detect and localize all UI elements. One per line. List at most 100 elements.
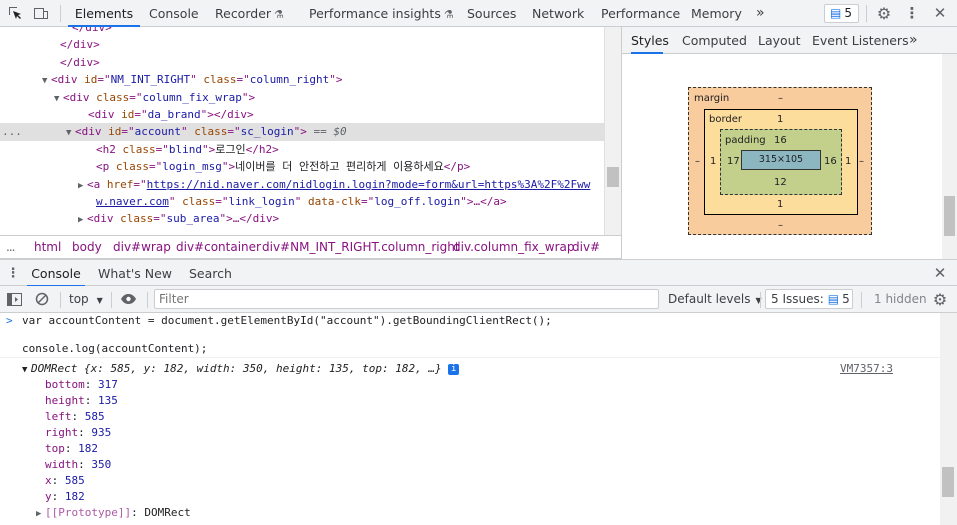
margin-left-value[interactable]: –	[695, 156, 700, 167]
breadcrumb-item[interactable]: html	[34, 236, 61, 258]
expand-triangle-icon[interactable]: ▼	[54, 91, 63, 106]
breadcrumb-item[interactable]: div#wrap	[113, 236, 171, 258]
dom-node-row[interactable]: ... ▼ <div id="account" class="sc_login"> …	[0, 123, 604, 141]
breadcrumb-item[interactable]: div#	[572, 236, 600, 258]
margin-bottom-value[interactable]: –	[778, 220, 783, 231]
device-toolbar-icon[interactable]	[32, 4, 50, 22]
dom-token[interactable]: w.naver.com	[96, 195, 169, 208]
breadcrumb-item[interactable]: div#NM_INT_RIGHT.column_right	[262, 236, 460, 258]
dom-node-row[interactable]: ▼ <div id="NM_INT_RIGHT" class="column_ri…	[0, 71, 604, 88]
tab-elements[interactable]: Elements	[68, 0, 140, 27]
styles-scrollbar[interactable]	[942, 54, 957, 259]
dom-node-row[interactable]: ▼ <div class="column_fix_wrap">	[0, 89, 604, 106]
property-value: 182	[64, 490, 85, 503]
expand-triangle-icon[interactable]: ▶	[78, 178, 87, 193]
dom-node-row[interactable]: </div>	[0, 27, 604, 36]
console-issues-button[interactable]: 5 Issues: ▤ 5	[765, 289, 853, 309]
console-input-line[interactable]: var accountContent = document.getElement…	[22, 313, 940, 329]
tab-performance[interactable]: Performance	[601, 0, 680, 27]
experiment-flask-icon: ⚗	[274, 8, 284, 21]
margin-right-value[interactable]: –	[859, 156, 864, 167]
padding-right-value[interactable]: 16	[824, 156, 837, 167]
drawer-tab-whats-new[interactable]: What's New	[98, 260, 172, 287]
dom-node-row[interactable]: w.naver.com" class="link_login" data-clk…	[0, 193, 604, 210]
more-tabs-icon[interactable]: »	[909, 27, 918, 54]
info-icon[interactable]: i	[448, 363, 460, 375]
border-left-value[interactable]: 1	[710, 156, 716, 167]
tab-recorder-label: Recorder	[215, 6, 272, 21]
domrect-summary[interactable]: ▼ DOMRect {x: 585, y: 182, width: 350, he…	[22, 361, 940, 378]
tab-styles[interactable]: Styles	[631, 27, 669, 54]
live-expression-eye-icon[interactable]	[119, 290, 137, 308]
tab-network[interactable]: Network	[532, 0, 584, 27]
prototype-row[interactable]: ▶ [[Prototype]]: DOMRect	[36, 505, 940, 522]
tab-performance-insights[interactable]: Performance insights ⚗	[309, 0, 454, 27]
styles-scroll-thumb[interactable]	[944, 196, 955, 236]
breadcrumb-item[interactable]: body	[72, 236, 102, 258]
console-filter-input[interactable]	[154, 289, 659, 309]
border-right-value[interactable]: 1	[845, 156, 851, 167]
breadcrumb-item[interactable]: div.column_fix_wrap	[453, 236, 575, 258]
dom-node-row[interactable]: </div>	[0, 54, 604, 71]
console-settings-gear-icon[interactable]: ⚙	[931, 290, 949, 309]
console-scroll-thumb[interactable]	[942, 467, 954, 497]
dom-token: ="	[129, 90, 143, 104]
dom-token: class	[115, 160, 149, 174]
styles-pane: Styles Computed Layout Event Listeners »…	[621, 27, 957, 259]
dom-node-row[interactable]: <div id="da_brand"></div>	[0, 106, 604, 123]
tab-recorder[interactable]: Recorder ⚗	[215, 0, 284, 27]
property-value: 350	[91, 458, 112, 471]
dom-node-row[interactable]: ▶ <div class="sub_area">…</div>	[0, 210, 604, 227]
breadcrumb-more-icon[interactable]: ...	[6, 236, 16, 258]
settings-gear-icon[interactable]: ⚙	[875, 4, 893, 23]
close-devtools-icon[interactable]: ✕	[931, 4, 949, 22]
expand-triangle-icon[interactable]: ▼	[66, 125, 75, 140]
console-output[interactable]: > var accountContent = document.getEleme…	[0, 313, 940, 525]
expand-triangle-icon[interactable]: ▼	[42, 73, 51, 88]
clear-console-icon[interactable]	[33, 290, 51, 308]
elements-scrollbar[interactable]	[604, 27, 621, 235]
padding-top-value[interactable]: 16	[774, 135, 787, 146]
close-drawer-icon[interactable]: ✕	[931, 264, 949, 282]
padding-bottom-value[interactable]: 12	[774, 177, 787, 188]
margin-top-value[interactable]: –	[778, 93, 783, 104]
more-options-icon[interactable]: ⋮	[903, 4, 921, 22]
border-bottom-value[interactable]: 1	[777, 199, 783, 210]
elements-dom-tree[interactable]: </div> </div> </div> ▼ <div id="NM_INT_RIGHT…	[0, 27, 604, 235]
dom-node-row[interactable]: </div>	[0, 36, 604, 53]
source-link[interactable]: VM7357:3	[840, 361, 893, 377]
box-model-content[interactable]: 315×105	[741, 150, 821, 170]
drawer-tab-console[interactable]: Console	[27, 260, 85, 287]
tab-event-listeners[interactable]: Event Listeners	[812, 27, 909, 54]
node-actions-icon[interactable]: ...	[2, 123, 22, 140]
tab-memory[interactable]: Memory	[691, 0, 742, 27]
elements-scroll-thumb[interactable]	[607, 167, 619, 187]
tab-console[interactable]: Console	[149, 0, 199, 27]
breadcrumb-item[interactable]: div#container	[176, 236, 261, 258]
tab-computed[interactable]: Computed	[682, 27, 747, 54]
border-top-value[interactable]: 1	[777, 114, 783, 125]
console-scrollbar[interactable]	[940, 313, 957, 525]
dom-token[interactable]: https://nid.naver.com/nidlogin.login?mod…	[147, 178, 591, 191]
issues-count: 5	[844, 6, 852, 20]
log-levels-select[interactable]: Default levels ▼	[668, 286, 762, 313]
tab-sources[interactable]: Sources	[467, 0, 516, 27]
console-input-line[interactable]: console.log(accountContent);	[22, 341, 940, 357]
dom-token: da_brand	[147, 108, 201, 121]
more-tabs-icon[interactable]: »	[756, 0, 765, 27]
dom-node-row[interactable]: <h2 class="blind">로그인</h2>	[0, 141, 604, 158]
domrect-property-row: left: 585	[45, 410, 105, 423]
dom-node-row[interactable]: <p class="login_msg">네이버를 더 안전하고 편리하게 이용…	[0, 158, 604, 175]
tab-layout[interactable]: Layout	[758, 27, 801, 54]
expand-triangle-icon[interactable]: ▶	[36, 506, 45, 522]
expand-triangle-icon[interactable]: ▼	[22, 362, 31, 378]
padding-left-value[interactable]: 17	[727, 156, 740, 167]
expand-triangle-icon[interactable]: ▶	[78, 212, 87, 227]
execution-context-select[interactable]: top ▼	[69, 286, 103, 313]
drawer-menu-icon[interactable]: ⋮	[4, 264, 22, 282]
issues-badge[interactable]: ▤ 5	[824, 4, 859, 23]
inspect-element-icon[interactable]	[6, 4, 24, 22]
dom-node-row[interactable]: ▶ <a href="https://nid.naver.com/nidlogin…	[0, 176, 604, 193]
drawer-tab-search[interactable]: Search	[189, 260, 232, 287]
console-sidebar-icon[interactable]	[5, 290, 23, 308]
